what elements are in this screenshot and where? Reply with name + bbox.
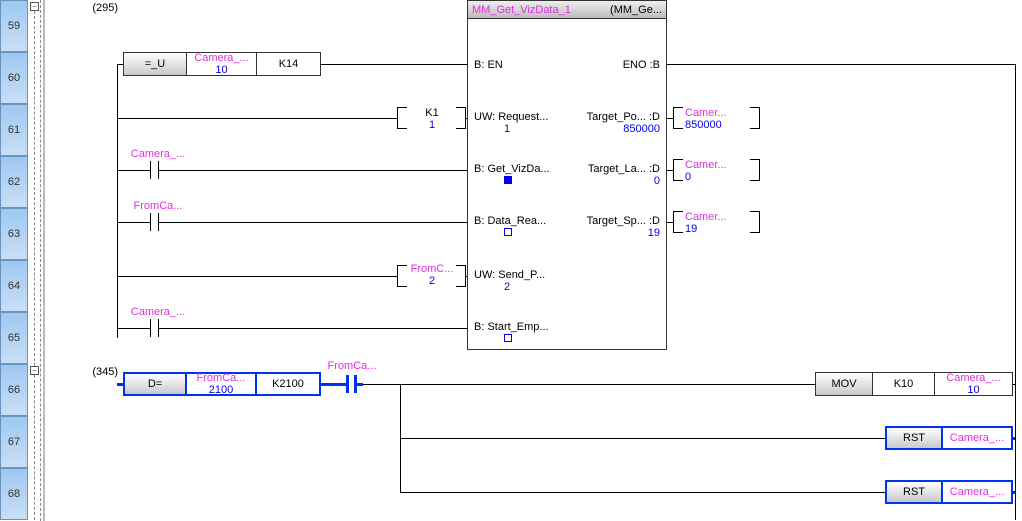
compare-operand[interactable]: FromCa... 2100	[187, 372, 257, 396]
mov-source[interactable]: K10	[873, 372, 935, 396]
contact[interactable]	[141, 319, 167, 337]
output-tag[interactable]: Camer...0	[685, 159, 727, 183]
coil-open	[673, 159, 683, 181]
fold-toggle-icon[interactable]: −	[30, 2, 39, 11]
row-num[interactable]: 60	[0, 52, 28, 104]
fb-name: MM_Get_VizData_1	[468, 4, 610, 16]
fold-gutter: − −	[29, 0, 41, 521]
contact-label: Camera_...	[128, 148, 188, 160]
bit-indicator-off	[504, 228, 512, 236]
bit-indicator-off	[504, 334, 512, 342]
compare-op[interactable]: =_U	[123, 52, 187, 76]
fold-line	[34, 11, 35, 366]
row-number-gutter: 59 60 61 62 63 64 65 66 67 68	[0, 0, 28, 521]
coil-close	[750, 211, 760, 233]
fold-line	[34, 375, 35, 520]
contact-label: FromCa...	[325, 360, 379, 372]
fb-instance: (MM_Ge...	[610, 4, 666, 16]
contact-label: Camera_...	[128, 306, 188, 318]
fb-port: Target_La... :D0	[588, 163, 660, 187]
contact[interactable]	[337, 375, 363, 393]
step-number: (345)	[78, 366, 118, 378]
row-num[interactable]: 61	[0, 104, 28, 156]
contact[interactable]	[141, 161, 167, 179]
coil-open	[673, 107, 683, 129]
function-block[interactable]: MM_Get_VizData_1 (MM_Ge... B: EN UW: Req…	[467, 0, 667, 350]
compare-op[interactable]: D=	[123, 372, 187, 396]
row-num[interactable]: 66	[0, 364, 28, 416]
rst-instruction[interactable]: RST	[885, 426, 943, 450]
rst-operand[interactable]: Camera_...	[943, 426, 1013, 450]
mov-dest[interactable]: Camera_... 10	[935, 372, 1013, 396]
row-num[interactable]: 64	[0, 260, 28, 312]
param-bracket-close	[456, 107, 466, 129]
step-number: (295)	[78, 2, 118, 14]
compare-operand[interactable]: Camera_... 10	[187, 52, 257, 76]
right-rail	[1015, 64, 1016, 520]
tag-param[interactable]: FromC... 2	[408, 263, 456, 287]
bit-indicator-on	[504, 176, 512, 184]
fb-title: MM_Get_VizData_1 (MM_Ge...	[468, 1, 666, 19]
row-num[interactable]: 65	[0, 312, 28, 364]
fb-port: Target_Po... :D850000	[587, 111, 660, 135]
contact[interactable]	[141, 213, 167, 231]
row-num[interactable]: 59	[0, 0, 28, 52]
constant-param[interactable]: K1 1	[408, 107, 456, 131]
row-num[interactable]: 63	[0, 208, 28, 260]
row-num[interactable]: 62	[0, 156, 28, 208]
fb-port: UW: Send_P...2	[474, 269, 545, 293]
rst-operand[interactable]: Camera_...	[943, 480, 1013, 504]
row-num[interactable]: 68	[0, 468, 28, 520]
param-bracket-open	[397, 107, 407, 129]
compare-operand[interactable]: K2100	[257, 372, 321, 396]
rst-instruction[interactable]: RST	[885, 480, 943, 504]
fb-port-eno: ENO :B	[623, 59, 660, 71]
fb-port: B: Start_Emp...	[474, 321, 549, 345]
ladder-canvas: 59 60 61 62 63 64 65 66 67 68 − − (295) …	[0, 0, 1022, 521]
rail-bar	[43, 0, 45, 521]
row-num[interactable]: 67	[0, 416, 28, 468]
param-bracket-close	[456, 265, 466, 287]
output-tag[interactable]: Camer...850000	[685, 107, 727, 131]
fb-port: B: Data_Rea...	[474, 215, 546, 239]
coil-close	[750, 159, 760, 181]
output-tag[interactable]: Camer...19	[685, 211, 727, 235]
fb-port: UW: Request...1	[474, 111, 548, 135]
mov-instruction[interactable]: MOV	[815, 372, 873, 396]
fold-toggle-icon[interactable]: −	[30, 366, 39, 375]
power-rail	[117, 64, 118, 338]
fb-port-en: B: EN	[474, 59, 503, 71]
param-bracket-open	[397, 265, 407, 287]
coil-open	[673, 211, 683, 233]
coil-close	[750, 107, 760, 129]
fb-port: B: Get_VizDa...	[474, 163, 550, 187]
contact-label: FromCa...	[128, 200, 188, 212]
compare-operand[interactable]: K14	[257, 52, 321, 76]
fb-port: Target_Sp... :D19	[587, 215, 660, 239]
